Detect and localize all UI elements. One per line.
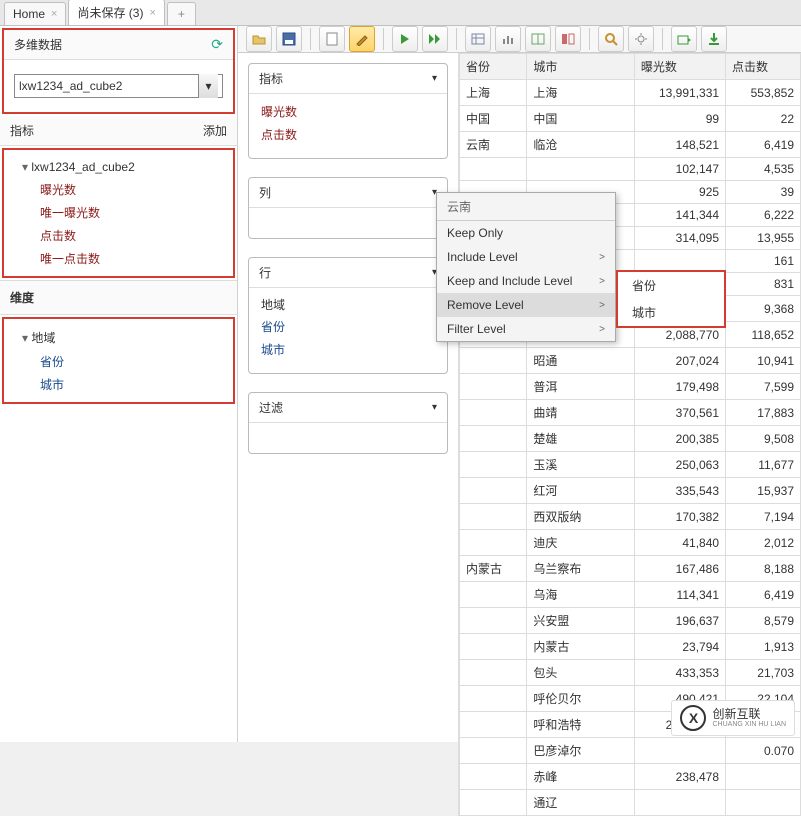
settings-icon[interactable] xyxy=(628,26,654,52)
zone-columns: 列▾ xyxy=(248,177,448,239)
search-icon[interactable] xyxy=(598,26,624,52)
measure-leaf[interactable]: 曝光数 xyxy=(12,178,225,201)
zone-row-item[interactable]: 城市 xyxy=(261,338,435,361)
data-source-title: 多维数据 xyxy=(14,36,62,53)
table-row[interactable]: 玉溪250,06311,677 xyxy=(460,452,801,478)
grid-icon[interactable] xyxy=(465,26,491,52)
zone-rows: 行▾ 地域 省份 城市 xyxy=(248,257,448,374)
table-row[interactable]: 迪庆41,8402,012 xyxy=(460,530,801,556)
play-all-icon[interactable] xyxy=(422,26,448,52)
table-row[interactable]: 普洱179,4987,599 xyxy=(460,374,801,400)
column-header[interactable]: 曝光数 xyxy=(634,54,725,80)
download-icon[interactable] xyxy=(701,26,727,52)
zone-measures: 指标▾ 曝光数 点击数 xyxy=(248,63,448,159)
layout-icon[interactable] xyxy=(525,26,551,52)
table-row[interactable]: 乌海114,3416,419 xyxy=(460,582,801,608)
table-row[interactable]: 兴安盟196,6378,579 xyxy=(460,608,801,634)
table-row[interactable]: 楚雄200,3859,508 xyxy=(460,426,801,452)
context-menu-item[interactable]: Filter Level> xyxy=(437,317,615,341)
table-row[interactable]: 曲靖370,56117,883 xyxy=(460,400,801,426)
dim-leaf[interactable]: 省份 xyxy=(12,350,225,373)
table-row[interactable]: 昭通207,02410,941 xyxy=(460,348,801,374)
zone-row-group[interactable]: 地域 xyxy=(261,294,435,315)
chevron-right-icon: > xyxy=(599,300,605,311)
table-row[interactable]: 102,1474,535 xyxy=(460,158,801,181)
zone-filters: 过滤▾ xyxy=(248,392,448,454)
table-row[interactable]: 内蒙古23,7941,913 xyxy=(460,634,801,660)
context-menu-item[interactable]: Remove Level> xyxy=(437,293,615,317)
close-icon[interactable]: × xyxy=(51,8,57,20)
table-row[interactable]: 西双版纳170,3827,194 xyxy=(460,504,801,530)
edit-icon[interactable] xyxy=(349,26,375,52)
measure-leaf[interactable]: 唯一点击数 xyxy=(12,247,225,270)
column-header[interactable]: 城市 xyxy=(527,54,634,80)
context-submenu: 省份 城市 xyxy=(616,270,726,328)
cube-tree-root[interactable]: lxw1234_ad_cube2 xyxy=(12,156,225,178)
chevron-right-icon: > xyxy=(599,276,605,287)
new-doc-icon[interactable] xyxy=(319,26,345,52)
dim-group[interactable]: 地域 xyxy=(12,325,225,350)
table-row[interactable]: 巴彦淖尔0.070 xyxy=(460,738,801,764)
table-row[interactable]: 云南临沧148,5216,419 xyxy=(460,132,801,158)
context-menu-item[interactable]: Include Level> xyxy=(437,245,615,269)
watermark: X 创新互联CHUANG XIN HU LIAN xyxy=(671,700,795,736)
tab-add[interactable]: + xyxy=(167,2,196,25)
save-icon[interactable] xyxy=(276,26,302,52)
table-row[interactable]: 红河335,54315,937 xyxy=(460,478,801,504)
add-measure-link[interactable]: 添加 xyxy=(203,122,227,139)
column-header[interactable]: 点击数 xyxy=(726,54,801,80)
chart-icon[interactable] xyxy=(495,26,521,52)
table-row[interactable]: 中国中国9922 xyxy=(460,106,801,132)
measures-title: 指标 xyxy=(10,122,34,139)
dim-leaf[interactable]: 城市 xyxy=(12,373,225,396)
tab-unsaved[interactable]: 尚未保存 (3)× xyxy=(68,0,164,25)
play-icon[interactable] xyxy=(392,26,418,52)
table-row[interactable]: 包头433,35321,703 xyxy=(460,660,801,686)
zone-measure-item[interactable]: 点击数 xyxy=(261,123,435,146)
measure-leaf[interactable]: 唯一曝光数 xyxy=(12,201,225,224)
table-row[interactable]: 内蒙古乌兰察布167,4868,188 xyxy=(460,556,801,582)
context-menu-item[interactable]: Keep and Include Level> xyxy=(437,269,615,293)
chevron-right-icon: > xyxy=(599,252,605,263)
submenu-item[interactable]: 省份 xyxy=(618,272,724,299)
tab-home[interactable]: Home× xyxy=(4,2,66,25)
measure-leaf[interactable]: 点击数 xyxy=(12,224,225,247)
context-menu: 云南 Keep OnlyInclude Level>Keep and Inclu… xyxy=(436,192,616,342)
logo-icon: X xyxy=(680,705,706,731)
chevron-down-icon: ▾ xyxy=(432,402,437,413)
table-row[interactable]: 通辽 xyxy=(460,790,801,816)
column-header[interactable]: 省份 xyxy=(460,54,527,80)
cube-select[interactable]: lxw1234_ad_cube2 ▾ xyxy=(14,74,223,98)
context-menu-item[interactable]: Keep Only xyxy=(437,221,615,245)
refresh-icon[interactable]: ⟳ xyxy=(211,36,223,53)
zone-measure-item[interactable]: 曝光数 xyxy=(261,100,435,123)
chevron-right-icon: > xyxy=(599,324,605,335)
chevron-down-icon: ▾ xyxy=(198,74,218,98)
open-icon[interactable] xyxy=(246,26,272,52)
submenu-item[interactable]: 城市 xyxy=(618,299,724,326)
zone-row-item[interactable]: 省份 xyxy=(261,315,435,338)
context-menu-header: 云南 xyxy=(437,193,615,221)
table-row[interactable]: 赤峰238,478 xyxy=(460,764,801,790)
pivot-icon[interactable] xyxy=(555,26,581,52)
table-row[interactable]: 上海上海13,991,331553,852 xyxy=(460,80,801,106)
dimensions-title: 维度 xyxy=(0,280,237,315)
chevron-down-icon: ▾ xyxy=(432,73,437,84)
export-icon[interactable] xyxy=(671,26,697,52)
toolbar xyxy=(238,26,801,53)
close-icon[interactable]: × xyxy=(149,7,155,19)
